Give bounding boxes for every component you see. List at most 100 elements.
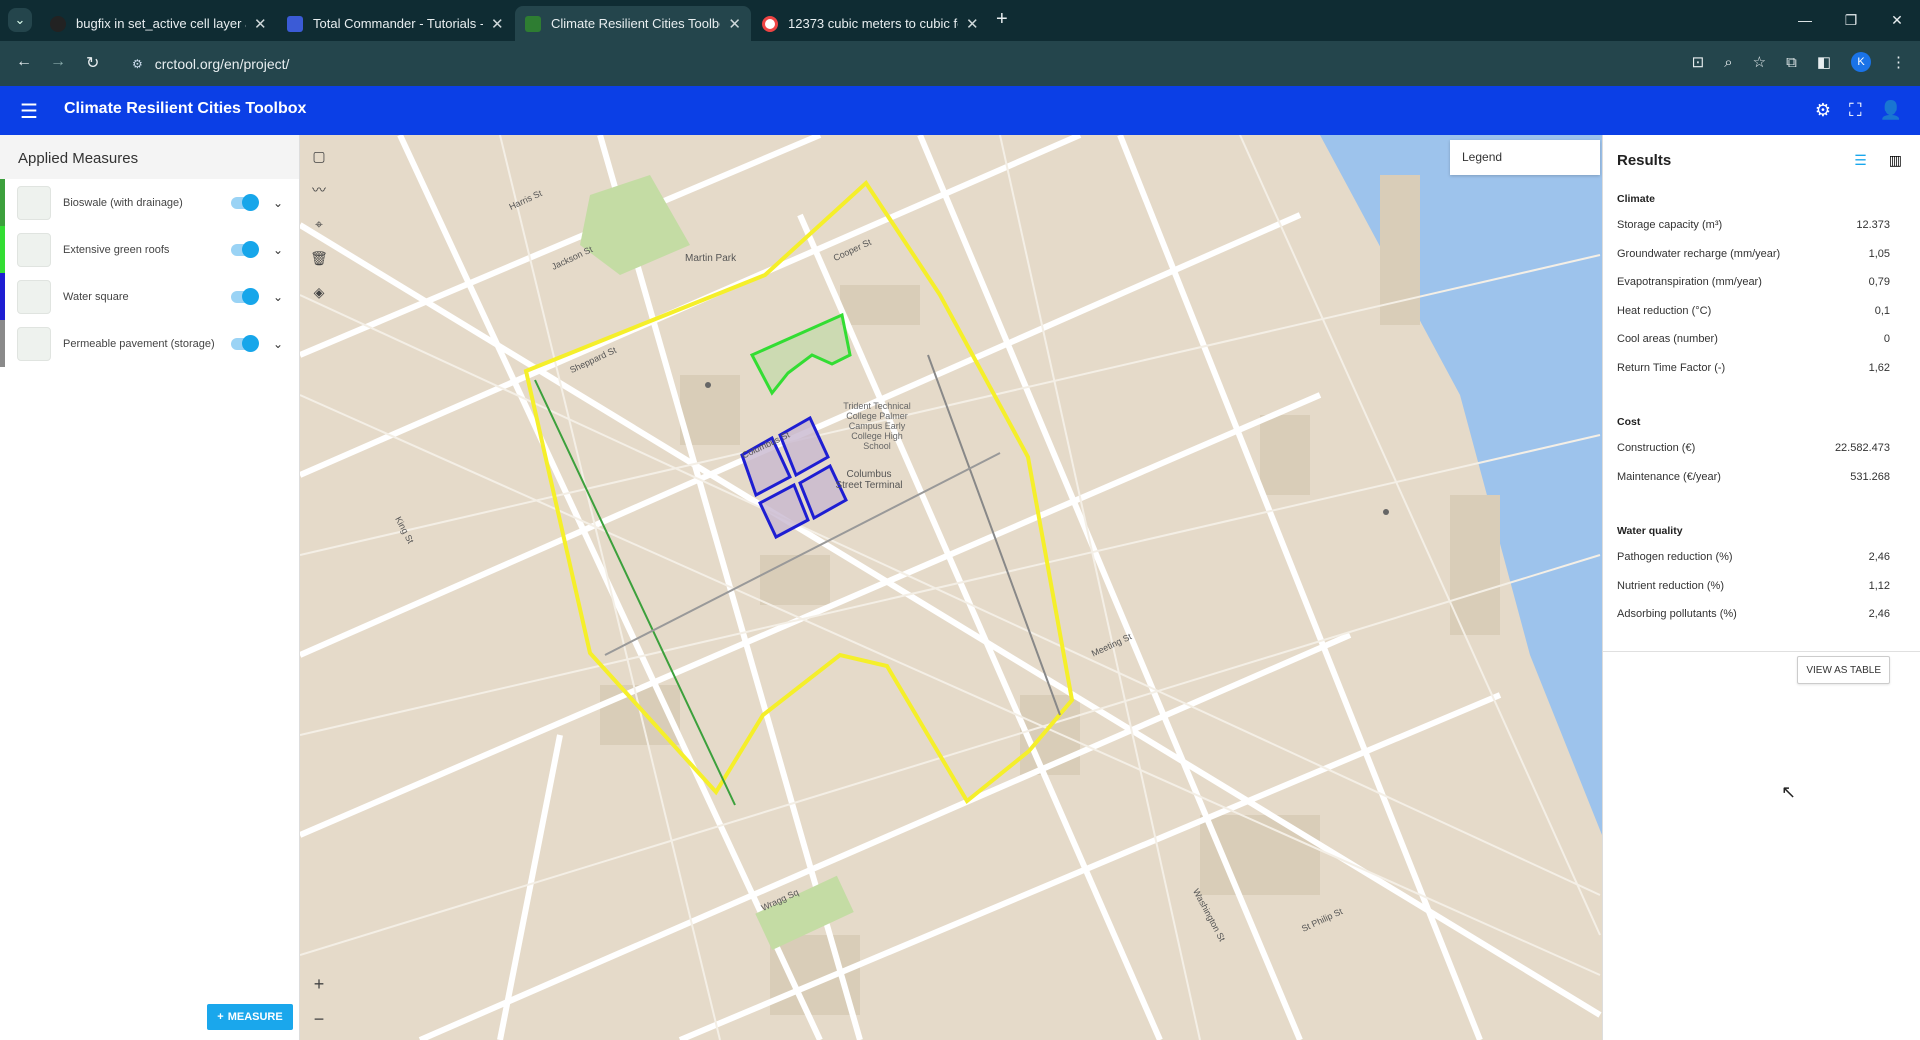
- result-label: Cool areas (number): [1617, 333, 1718, 346]
- zoom-out-icon[interactable]: −: [308, 1008, 330, 1030]
- result-label: Groundwater recharge (mm/year): [1617, 247, 1781, 260]
- measure-toggle[interactable]: [231, 287, 259, 305]
- result-row: Storage capacity (m³) 12.373: [1617, 211, 1920, 240]
- measure-label: Water square: [63, 290, 129, 303]
- legend-label: Legend: [1462, 150, 1503, 164]
- hamburger-menu-icon[interactable]: ☰: [20, 99, 38, 124]
- applied-measures-panel: Applied Measures Bioswale (with drainage…: [0, 135, 300, 1040]
- result-value: 1,12: [1868, 579, 1890, 592]
- browser-actions: ⊡ ⌕ ☆ ⧉ ◧ K ⋮: [1692, 52, 1906, 72]
- result-row: Cool areas (number) 0: [1617, 325, 1920, 354]
- forward-arrow-icon[interactable]: →: [50, 53, 66, 71]
- results-divider: [1603, 650, 1920, 652]
- result-value: 22.582.473: [1834, 442, 1890, 455]
- results-panel: Results ☰ ▥ Climate Storage capacity (m³…: [1602, 135, 1920, 1040]
- chevron-down-icon[interactable]: ⌄: [273, 337, 283, 351]
- chevron-down-icon[interactable]: ⌄: [273, 243, 283, 257]
- minimize-icon[interactable]: —: [1782, 0, 1828, 41]
- applied-measures-heading: Applied Measures: [0, 135, 299, 179]
- address-bar[interactable]: ⚙ crctool.org/en/project/: [122, 47, 1642, 80]
- view-as-table-button[interactable]: VIEW AS TABLE: [1797, 656, 1890, 684]
- tab-search-dropdown-icon[interactable]: ⌄: [8, 8, 32, 32]
- measure-item-permeable-pavement[interactable]: Permeable pavement (storage) ⌄: [0, 320, 299, 367]
- result-label: Storage capacity (m³): [1617, 219, 1723, 232]
- site-info-icon[interactable]: ⚙: [132, 57, 143, 71]
- place-marker-icon[interactable]: ⌖: [308, 211, 330, 237]
- result-value: 2,46: [1868, 551, 1890, 564]
- extensions-icon[interactable]: ⧉: [1786, 54, 1797, 71]
- close-tab-icon[interactable]: ✕: [254, 15, 267, 33]
- chevron-down-icon[interactable]: ⌄: [273, 290, 283, 304]
- draw-line-icon[interactable]: 〰: [308, 177, 330, 203]
- settings-gear-icon[interactable]: ⚙: [1815, 100, 1831, 121]
- water-square-thumbnail-icon: [17, 279, 51, 314]
- result-row: Return Time Factor (-) 1,62: [1617, 354, 1920, 383]
- measure-item-water-square[interactable]: Water square ⌄: [0, 273, 299, 320]
- close-tab-icon[interactable]: ✕: [491, 15, 504, 33]
- side-panel-icon[interactable]: ◧: [1817, 53, 1831, 71]
- delete-trash-icon[interactable]: 🗑: [308, 245, 330, 271]
- mouse-cursor-icon: ↖: [1781, 782, 1797, 802]
- measure-toggle[interactable]: [231, 193, 259, 211]
- result-value: 0: [1883, 333, 1890, 346]
- new-tab-plus-icon[interactable]: +: [996, 8, 1008, 31]
- measure-item-bioswale[interactable]: Bioswale (with drainage) ⌄: [0, 179, 299, 226]
- back-arrow-icon[interactable]: ←: [16, 53, 32, 71]
- zoom-icon[interactable]: ⌕: [1724, 54, 1732, 71]
- install-app-icon[interactable]: ⊡: [1692, 53, 1705, 71]
- layers-icon[interactable]: ◈: [308, 279, 330, 305]
- result-label: Maintenance (€/year): [1617, 470, 1721, 483]
- zoom-in-icon[interactable]: +: [308, 973, 330, 995]
- result-value: 1,62: [1868, 361, 1890, 374]
- legend-panel[interactable]: Legend: [1450, 140, 1600, 175]
- result-label: Heat reduction (°C): [1617, 304, 1712, 317]
- measure-color-bar: [0, 320, 5, 367]
- fullscreen-icon[interactable]: ⛶: [1849, 100, 1862, 121]
- browser-tab-1[interactable]: bugfix in set_active cell layer an ✕: [40, 6, 277, 41]
- crctool-favicon-icon: [525, 15, 541, 32]
- measure-toggle[interactable]: [231, 334, 259, 352]
- tab-title: 12373 cubic meters to cubic fe: [788, 16, 958, 31]
- more-options-icon[interactable]: ⋮: [1891, 53, 1906, 71]
- close-tab-icon[interactable]: ✕: [728, 15, 741, 33]
- draw-rectangle-icon[interactable]: ▢: [308, 143, 330, 169]
- bookmark-star-icon[interactable]: ☆: [1753, 53, 1766, 71]
- chart-view-icon[interactable]: ▥: [1889, 152, 1902, 169]
- measure-label: Extensive green roofs: [63, 243, 170, 256]
- result-value: 531.268: [1850, 470, 1890, 483]
- plus-icon: +: [217, 1011, 224, 1023]
- terminal-label: Columbus Street Terminal: [835, 469, 903, 491]
- measure-toggle[interactable]: [231, 240, 259, 258]
- close-window-icon[interactable]: ✕: [1874, 0, 1920, 41]
- list-view-icon[interactable]: ☰: [1854, 152, 1867, 169]
- reload-icon[interactable]: ↻: [86, 53, 99, 73]
- measure-color-bar: [0, 273, 5, 320]
- result-label: Construction (€): [1617, 442, 1696, 455]
- user-account-icon[interactable]: 👤: [1880, 100, 1902, 121]
- add-measure-button[interactable]: + MEASURE: [207, 1004, 293, 1030]
- close-tab-icon[interactable]: ✕: [966, 15, 979, 33]
- restore-icon[interactable]: ❐: [1828, 0, 1874, 41]
- browser-tab-2[interactable]: Total Commander - Tutorials - / ✕: [277, 6, 514, 41]
- results-header: Results ☰ ▥: [1617, 135, 1920, 185]
- profile-avatar[interactable]: K: [1851, 52, 1871, 72]
- measure-item-green-roofs[interactable]: Extensive green roofs ⌄: [0, 226, 299, 273]
- green-roof-thumbnail-icon: [17, 232, 51, 267]
- browser-tab-bar: ⌄ bugfix in set_active cell layer an ✕ T…: [0, 0, 1920, 41]
- map-svg[interactable]: [300, 135, 1602, 1040]
- result-value: 1,05: [1868, 247, 1890, 260]
- url-text[interactable]: crctool.org/en/project/: [155, 56, 290, 72]
- google-favicon-icon: [762, 15, 778, 32]
- browser-tab-4[interactable]: 12373 cubic meters to cubic fe ✕: [752, 6, 989, 41]
- martin-park: [580, 175, 690, 275]
- results-section-water-quality: Water quality: [1617, 525, 1683, 537]
- browser-tab-active[interactable]: Climate Resilient Cities Toolbox ✕: [515, 6, 751, 41]
- chevron-down-icon[interactable]: ⌄: [273, 196, 283, 210]
- map-canvas[interactable]: ▢ 〰 ⌖ 🗑 ◈ + − Legend Martin Park Columbu…: [300, 135, 1602, 1040]
- add-measure-label: MEASURE: [227, 1011, 283, 1023]
- result-label: Return Time Factor (-): [1617, 361, 1726, 374]
- tab-title: Climate Resilient Cities Toolbox: [551, 16, 721, 31]
- tutorial-favicon-icon: [287, 15, 303, 32]
- result-label: Nutrient reduction (%): [1617, 579, 1724, 592]
- result-value: 0,1: [1874, 304, 1890, 317]
